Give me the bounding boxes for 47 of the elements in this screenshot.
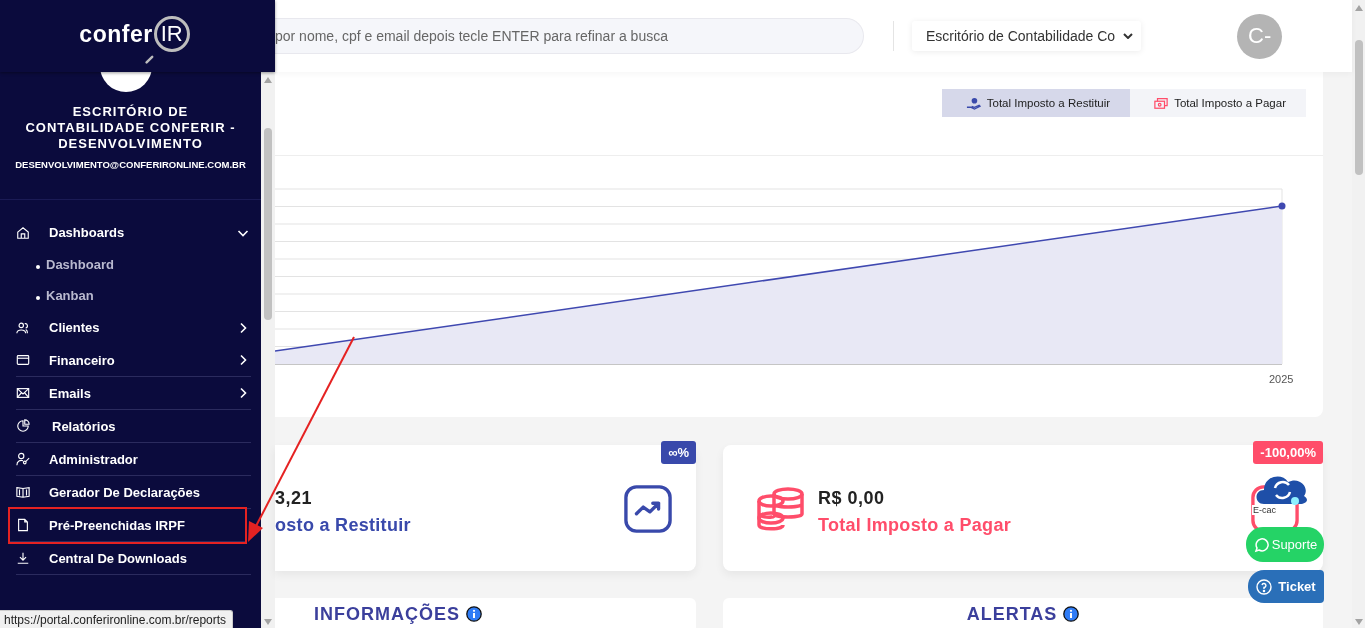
trend-up-icon	[624, 485, 672, 533]
office-select[interactable]: Escritório de Contabilidade Co	[912, 21, 1142, 51]
envelope-icon	[16, 386, 30, 400]
stat-label: osto a Restituir	[275, 515, 411, 536]
stat-value: R$ 0,00	[818, 488, 885, 509]
search-field[interactable]: por nome, cpf e email depois tecle ENTER para refinar a busca	[275, 18, 864, 54]
menu-item[interactable]: Clientes	[16, 311, 251, 344]
stat-label: Total Imposto a Pagar	[818, 515, 1011, 536]
users-icon	[16, 320, 30, 335]
menu-item[interactable]: Central De Downloads	[16, 542, 251, 575]
change-badge: -100,00%	[1253, 441, 1323, 464]
ecac-label[interactable]: E-cac	[1252, 505, 1277, 515]
change-badge: ∞%	[661, 441, 696, 464]
axis-label: 2025	[1269, 373, 1294, 385]
menu-item[interactable]: Gerador De Declarações	[16, 476, 251, 509]
chart-tab[interactable]: Total Imposto a Restituir	[941, 89, 1131, 117]
chart-tab[interactable]: Total Imposto a Pagar	[1130, 89, 1306, 117]
section-title: ALERTAS	[966, 604, 1058, 626]
menu-item[interactable]: Pré-Preenchidas IRPF	[10, 509, 245, 542]
menu-item[interactable]: Financeiro	[16, 344, 251, 377]
coins-icon	[756, 485, 806, 531]
menu-item[interactable]: Emails	[16, 377, 251, 410]
menu-item[interactable]: Administrador	[16, 443, 251, 476]
help-icon	[1256, 578, 1273, 595]
book-icon	[16, 485, 30, 499]
stat-value: 3,21	[275, 488, 313, 509]
house-icon	[16, 225, 30, 240]
menu-item[interactable]: Dashboards	[16, 216, 251, 249]
download-icon	[16, 551, 30, 565]
money-stack-icon	[1154, 96, 1169, 110]
account-email: DESENVOLVIMENTO@CONFERIRONLINE.COM.BR	[14, 158, 247, 172]
submenu-item[interactable]: Dashboard	[36, 249, 261, 280]
whatsapp-icon	[1252, 536, 1269, 553]
account-name: ESCRITÓRIO DE CONTABILIDADE CONFERIR - DESENVOLVIMENTO	[24, 104, 237, 152]
info-icon[interactable]	[1063, 606, 1080, 622]
submenu-item[interactable]: Kanban	[36, 280, 261, 311]
menu-item[interactable]: Relatórios	[16, 410, 251, 443]
ticket-button[interactable]: Ticket	[1248, 570, 1324, 603]
status-url: https://portal.conferironline.com.br/reports	[0, 610, 234, 628]
section-title: INFORMAÇÕES	[314, 604, 460, 626]
hand-coin-icon	[965, 95, 981, 111]
credit-card-icon	[16, 353, 30, 367]
user-key-icon	[16, 452, 30, 466]
chevron-icon	[1123, 33, 1134, 39]
document-icon	[16, 518, 30, 532]
pie-chart-icon	[16, 419, 30, 433]
info-icon[interactable]	[466, 606, 482, 622]
